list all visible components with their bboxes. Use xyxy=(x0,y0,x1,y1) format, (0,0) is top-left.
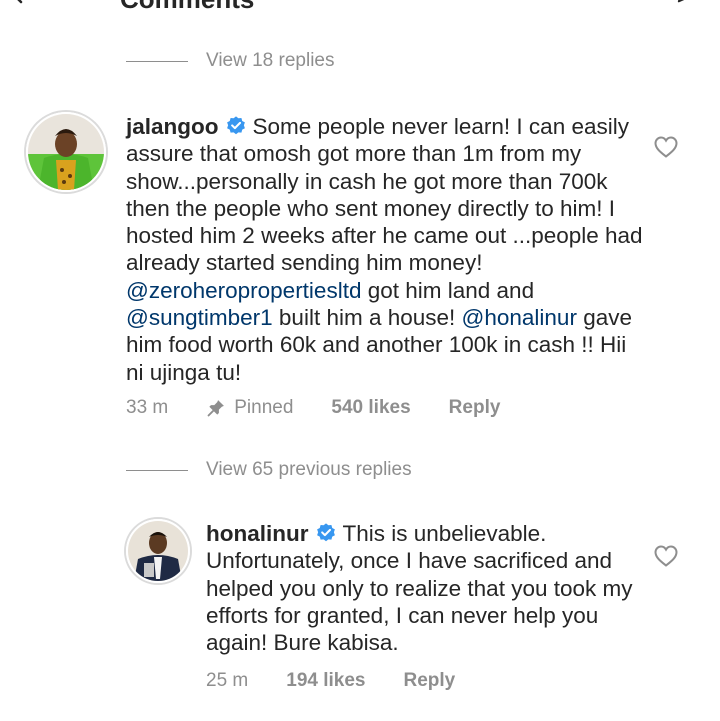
comment-time: 33 m xyxy=(126,397,169,418)
username[interactable]: jalangoo xyxy=(126,114,219,139)
view-replies-label: View 18 replies xyxy=(206,50,335,71)
view-previous-replies-link[interactable]: View 65 previous replies xyxy=(126,459,412,481)
mention-link[interactable]: @honalinur xyxy=(462,305,577,330)
page-title: Comments xyxy=(120,0,254,14)
reply-button[interactable]: Reply xyxy=(449,397,501,419)
comment-text-part: built him a house! xyxy=(272,305,462,331)
pin-icon xyxy=(207,400,225,417)
mention-link[interactable]: @sungtimber1 xyxy=(126,305,273,330)
likes-count[interactable]: 194 likes xyxy=(286,670,365,692)
comment-body: jalangoo Some people never learn! I can e… xyxy=(126,113,646,386)
avatar[interactable] xyxy=(126,519,190,583)
reply-button[interactable]: Reply xyxy=(404,670,456,692)
thread-line xyxy=(126,469,188,471)
comment-text-part: got him land and xyxy=(361,277,535,303)
comment-meta: 25 m 194 likes Reply xyxy=(206,670,455,692)
verified-icon xyxy=(226,116,245,135)
mention-link[interactable]: @zeroheropropertiesltd xyxy=(126,278,361,303)
comment-meta: 33 m Pinned 540 likes Reply xyxy=(126,397,500,419)
username[interactable]: honalinur xyxy=(206,521,309,546)
thread-line xyxy=(126,60,188,62)
likes-count[interactable]: 540 likes xyxy=(331,397,410,419)
avatar-image xyxy=(28,114,104,190)
comment-time: 25 m xyxy=(206,670,249,691)
avatar-image xyxy=(128,521,188,581)
top-bar: Comments xyxy=(0,0,720,14)
comment-body: honalinur This is unbelievable. Unfortuna… xyxy=(206,520,646,656)
pinned-badge: Pinned xyxy=(206,397,293,419)
verified-icon xyxy=(316,523,335,542)
avatar[interactable] xyxy=(26,112,106,192)
view-replies-label: View 65 previous replies xyxy=(206,459,412,480)
heart-icon[interactable] xyxy=(653,544,679,568)
back-arrow-icon[interactable] xyxy=(6,0,30,6)
send-icon[interactable] xyxy=(676,0,698,6)
heart-icon[interactable] xyxy=(653,135,679,159)
pinned-label: Pinned xyxy=(234,397,294,418)
view-replies-link[interactable]: View 18 replies xyxy=(126,50,335,72)
